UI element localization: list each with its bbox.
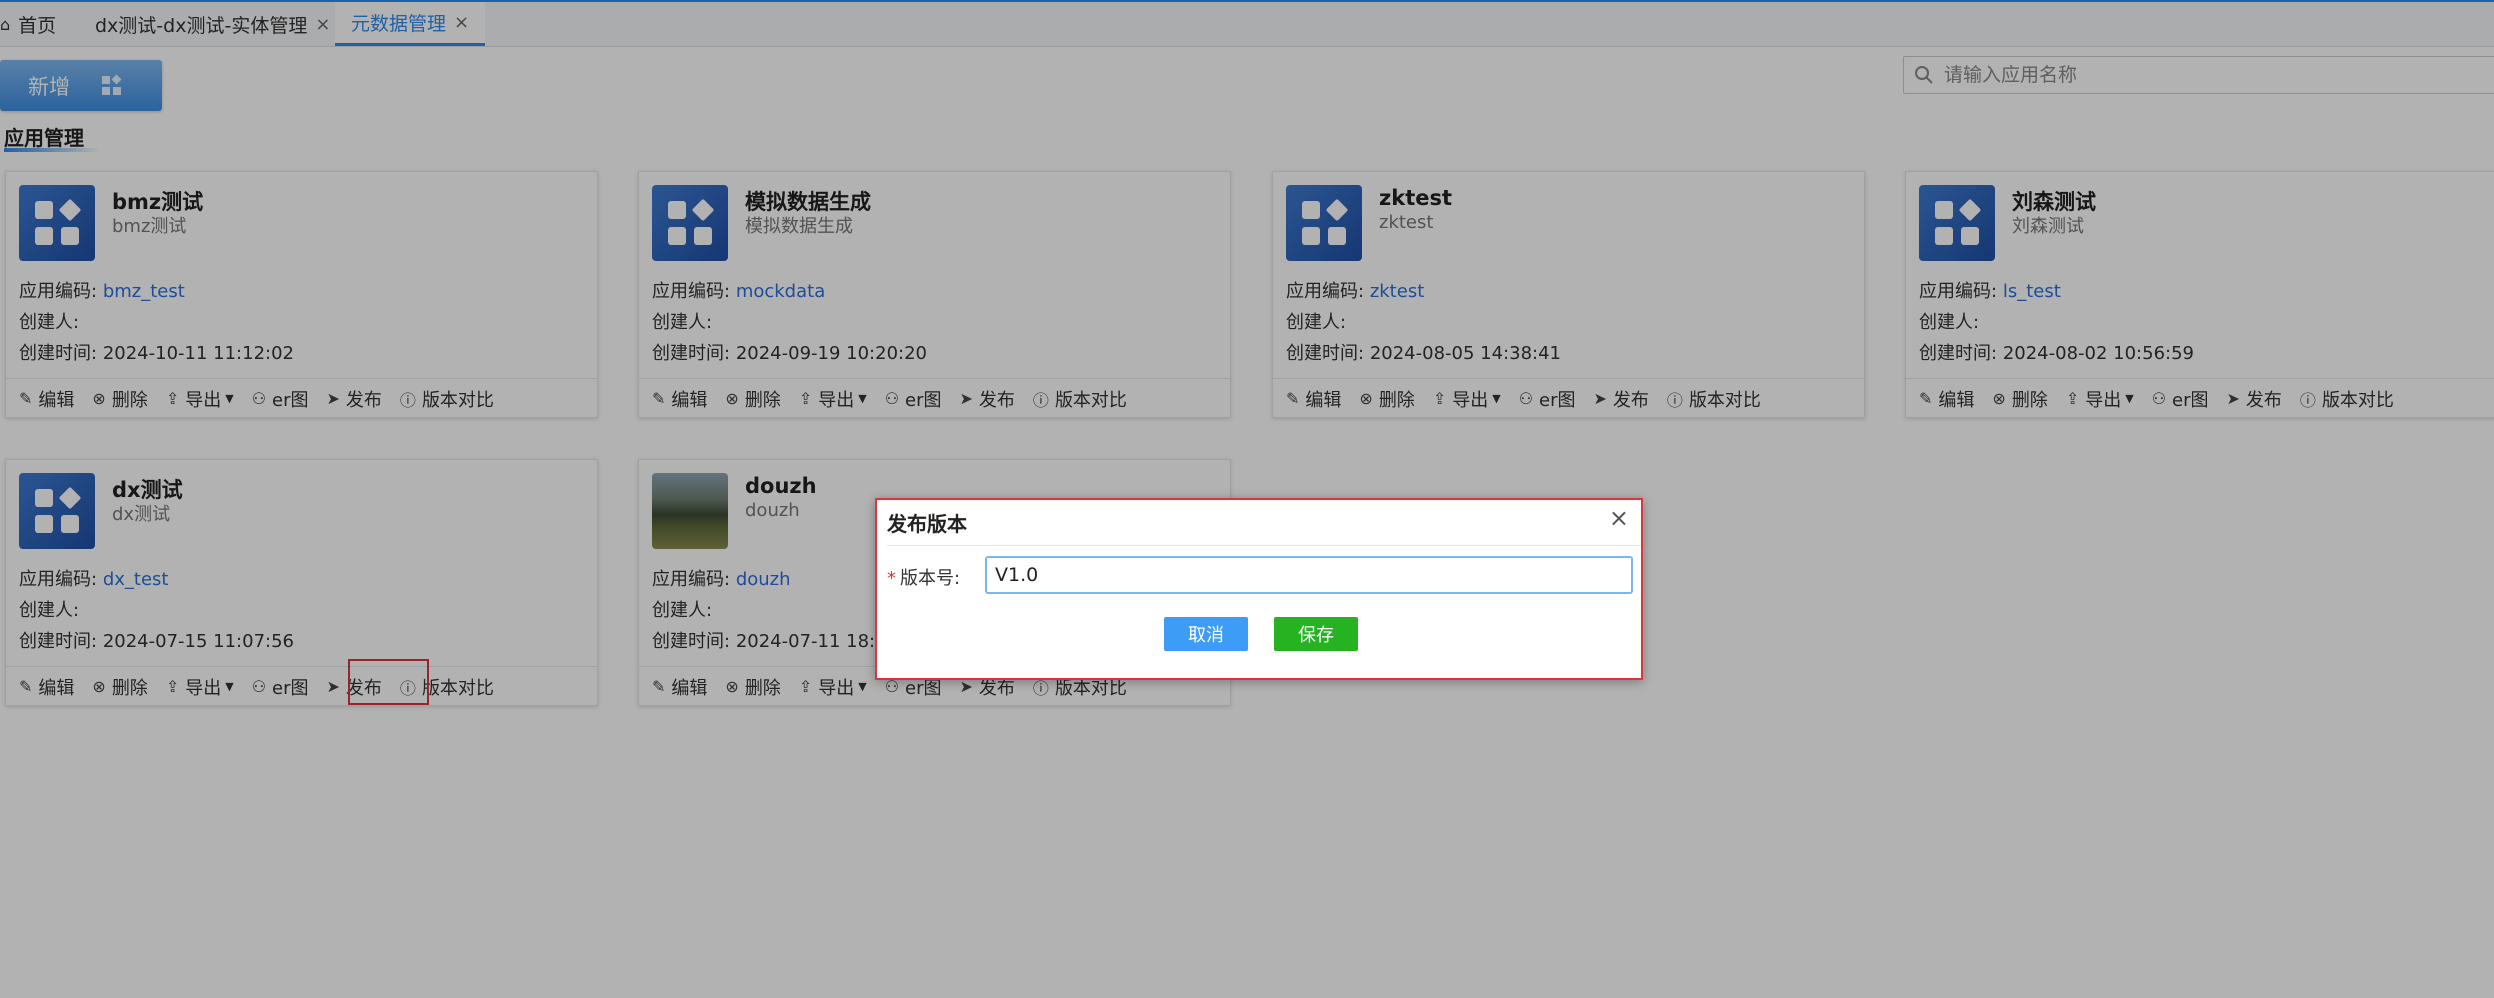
dialog-title: 发布版本: [887, 512, 967, 536]
required-mark: *: [887, 568, 896, 589]
cancel-button[interactable]: 取消: [1164, 617, 1248, 651]
version-input[interactable]: [985, 556, 1633, 594]
version-label-text: 版本号:: [900, 568, 961, 589]
close-icon[interactable]: ×: [1609, 504, 1629, 532]
publish-dialog: 发布版本 × *版本号: 取消 保存: [875, 498, 1643, 680]
save-button[interactable]: 保存: [1274, 617, 1358, 651]
version-label: * 版本号:: [887, 564, 960, 590]
dialog-divider: [887, 545, 1641, 546]
